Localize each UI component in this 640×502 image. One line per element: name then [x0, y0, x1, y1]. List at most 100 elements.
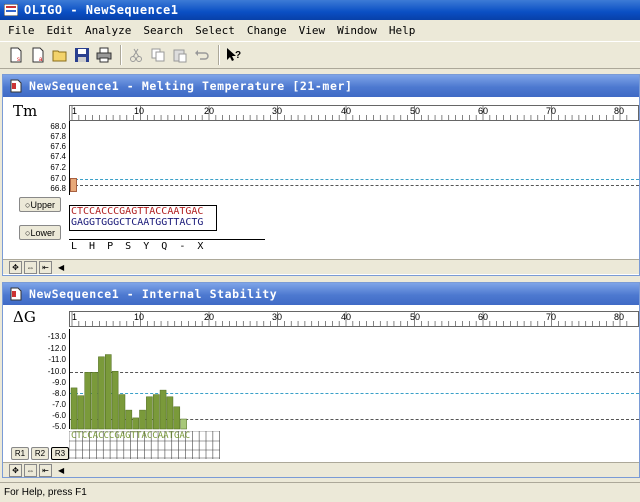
dg-tick: -7.0	[52, 400, 66, 409]
ruler-label: 40	[341, 106, 352, 116]
document-icon	[10, 287, 22, 301]
app-icon	[4, 4, 18, 16]
tm-tick: 67.2	[50, 163, 66, 172]
status-bar: For Help, press F1	[0, 482, 640, 502]
toolbar-separator	[120, 45, 122, 65]
stability-window-titlebar[interactable]: NewSequence1 - Internal Stability	[3, 283, 639, 305]
tm-tick: 68.0	[50, 122, 66, 131]
fit-width-icon[interactable]: ⇔	[24, 261, 37, 274]
ruler-label: 1	[72, 312, 78, 322]
print-icon[interactable]	[94, 45, 114, 65]
stability-bar	[146, 396, 153, 430]
svg-text:s: s	[17, 57, 20, 63]
stability-bar-chart	[70, 354, 187, 430]
tm-tick: 67.4	[50, 152, 66, 161]
context-help-icon[interactable]: ?	[224, 45, 244, 65]
ruler-label: 30	[272, 106, 283, 116]
dg-tick: -8.0	[52, 389, 66, 398]
internal-stability-window: NewSequence1 - Internal Stability ΔG 1 1…	[2, 282, 640, 478]
sequence-grid[interactable]: CTCCACCCGAGTTACCAATGAC	[69, 431, 221, 459]
ruler-label: 50	[410, 312, 421, 322]
ruler-label: 20	[204, 312, 215, 322]
new-sense-icon[interactable]: s	[6, 45, 26, 65]
toolbar-separator	[218, 45, 220, 65]
scroll-left-icon[interactable]: ◀	[58, 263, 64, 272]
stability-bar	[180, 418, 187, 430]
menu-change[interactable]: Change	[241, 24, 293, 37]
stability-bar	[139, 409, 146, 430]
ruler-label: 1	[72, 106, 78, 116]
upper-button[interactable]: ○ Upper	[19, 197, 61, 212]
ruler-label: 80	[614, 106, 625, 116]
menu-analyze[interactable]: Analyze	[79, 24, 137, 37]
undo-icon[interactable]	[192, 45, 212, 65]
tm-axis-label: Tm	[13, 102, 38, 120]
document-icon	[10, 79, 22, 93]
menu-window[interactable]: Window	[331, 24, 383, 37]
menu-select[interactable]: Select	[189, 24, 241, 37]
stability-bar	[159, 389, 167, 430]
toolbar: s a ?	[0, 41, 640, 69]
tm-threshold-line	[70, 185, 639, 186]
dg-axis-label: ΔG	[13, 308, 36, 326]
fit-width-icon[interactable]: ⇔	[24, 464, 37, 477]
protein-translation: L H P S Y Q - X	[71, 241, 204, 252]
to-start-icon[interactable]: ⇤	[39, 261, 52, 274]
menu-edit[interactable]: Edit	[41, 24, 80, 37]
tm-marker	[70, 178, 77, 192]
dg-tick: -13.0	[47, 332, 66, 341]
stability-bar	[111, 370, 119, 430]
tm-tick: 67.0	[50, 174, 66, 183]
stability-scrollbar[interactable]: ✥ ⇔ ⇤ ◀	[3, 462, 639, 477]
sequence-top-strand: CTCCACCCGAGTTACCAATGAC	[71, 206, 204, 217]
move-icon[interactable]: ✥	[9, 261, 22, 274]
stability-bar	[152, 394, 160, 430]
melting-window-title: NewSequence1 - Melting Temperature [21-m…	[29, 79, 353, 93]
open-folder-icon[interactable]	[50, 45, 70, 65]
app-title: OLIGO - NewSequence1	[24, 3, 179, 17]
to-start-icon[interactable]: ⇤	[39, 464, 52, 477]
oligo-app: OLIGO - NewSequence1 File Edit Analyze S…	[0, 0, 640, 502]
sequence-bottom-strand: GAGGTGGGCTCAATGGTTACTG	[71, 217, 204, 228]
menu-search[interactable]: Search	[137, 24, 189, 37]
ruler-label: 60	[478, 312, 489, 322]
position-ruler: 1 10 20 30 40 50 60 70 80	[69, 105, 639, 121]
ruler-label: 30	[272, 312, 283, 322]
new-antisense-icon[interactable]: a	[28, 45, 48, 65]
menu-view[interactable]: View	[293, 24, 332, 37]
cut-icon[interactable]	[126, 45, 146, 65]
stability-bar	[70, 387, 78, 430]
scroll-left-icon[interactable]: ◀	[58, 466, 64, 475]
melting-temperature-window: NewSequence1 - Melting Temperature [21-m…	[2, 74, 640, 276]
ruler-label: 50	[410, 106, 421, 116]
save-icon[interactable]	[72, 45, 92, 65]
stability-window-title: NewSequence1 - Internal Stability	[29, 287, 278, 301]
ruler-label: 60	[478, 106, 489, 116]
tm-tick: 67.8	[50, 132, 66, 141]
dg-tick: -11.0	[48, 355, 66, 364]
stability-bar	[91, 372, 98, 430]
title-bar: OLIGO - NewSequence1	[0, 0, 640, 20]
melting-window-titlebar[interactable]: NewSequence1 - Melting Temperature [21-m…	[3, 75, 639, 97]
dg-tick: -12.0	[47, 344, 66, 353]
paste-icon[interactable]	[170, 45, 190, 65]
dg-tick: -10.0	[47, 367, 66, 376]
dg-tick: -5.0	[52, 422, 66, 431]
menu-help[interactable]: Help	[383, 24, 422, 37]
lower-button[interactable]: ○ Lower	[19, 225, 61, 240]
stability-bar	[77, 395, 85, 430]
row-button-r3[interactable]: R3	[51, 447, 69, 460]
stability-bar	[98, 356, 105, 430]
ruler-label: 10	[134, 106, 145, 116]
row-button-r2[interactable]: R2	[31, 447, 49, 460]
row-button-r1[interactable]: R1	[11, 447, 29, 460]
move-icon[interactable]: ✥	[9, 464, 22, 477]
menu-bar: File Edit Analyze Search Select Change V…	[0, 21, 640, 40]
menu-file[interactable]: File	[2, 24, 41, 37]
copy-icon[interactable]	[148, 45, 168, 65]
melting-scrollbar[interactable]: ✥ ⇔ ⇤ ◀	[3, 259, 639, 274]
stability-bar	[118, 394, 126, 430]
stability-bar	[132, 417, 139, 430]
ruler-label: 70	[546, 106, 557, 116]
ruler-label: 40	[341, 312, 352, 322]
